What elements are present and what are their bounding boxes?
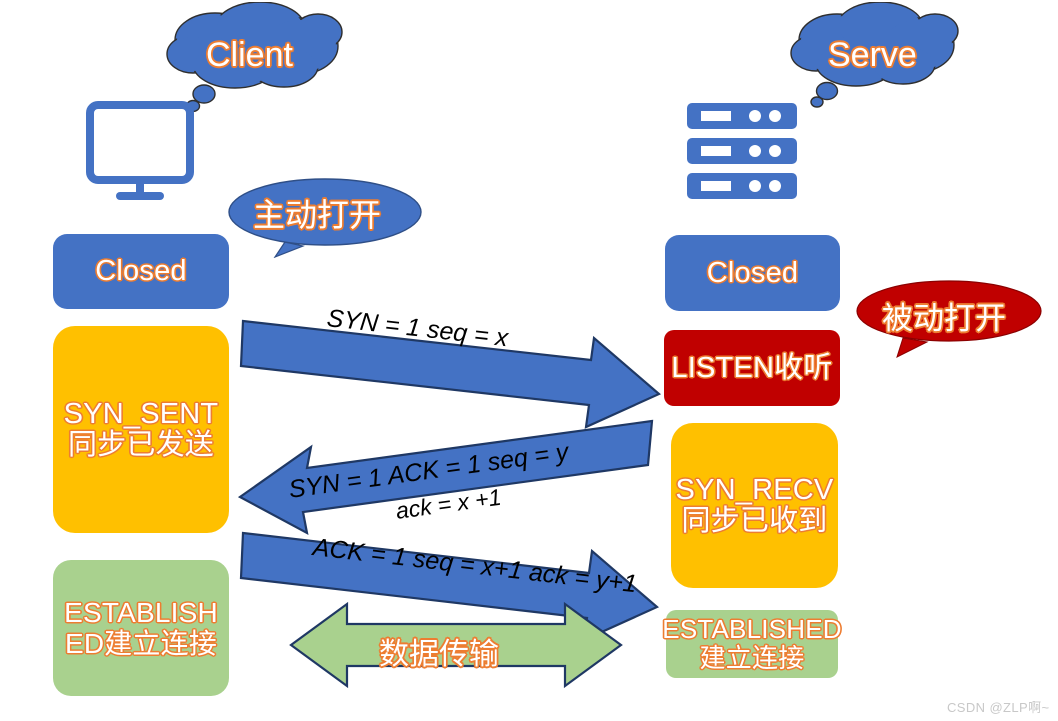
watermark: CSDN @ZLP啊~	[947, 700, 1050, 715]
tcp-handshake-diagram: Client Serve 主动打开 被动打开 Closed SYN_SENT 同…	[0, 0, 1058, 721]
arrow-data-transfer	[289, 601, 623, 689]
arrow-msg-2	[237, 419, 654, 536]
message-arrows-layer	[237, 319, 662, 689]
arrow-msg-1	[239, 319, 662, 429]
